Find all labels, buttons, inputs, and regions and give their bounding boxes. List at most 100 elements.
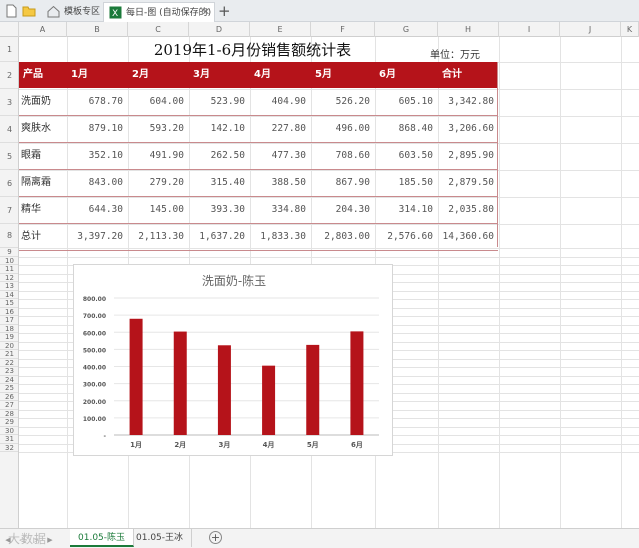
sheet-nav-arrow-icon[interactable]: ▶ [47, 536, 53, 544]
tab-templates[interactable]: 模板专区 [42, 2, 102, 22]
column-header-i[interactable]: I [499, 22, 560, 37]
value-cell[interactable]: 867.90 [311, 170, 375, 196]
value-cell[interactable]: 1,833.30 [250, 224, 311, 250]
bar-chart[interactable]: 洗面奶-陈玉 - 100.00 200.00 300.00 400.00 500.00 600… [73, 264, 393, 456]
row-header-26[interactable]: 26 [0, 393, 18, 401]
header-cell[interactable]: 产品 [19, 62, 67, 88]
row-header-4[interactable]: 4 [0, 116, 18, 143]
row-header-25[interactable]: 25 [0, 384, 18, 393]
value-cell[interactable]: 2,879.50 [438, 170, 499, 196]
header-cell[interactable]: 5月 [311, 62, 375, 88]
value-cell[interactable]: 523.90 [189, 89, 250, 115]
new-tab-button[interactable]: + [218, 2, 231, 20]
row-header-11[interactable]: 11 [0, 265, 18, 274]
header-cell[interactable]: 1月 [67, 62, 128, 88]
value-cell[interactable]: 2,576.60 [375, 224, 438, 250]
value-cell[interactable]: 334.80 [250, 197, 311, 223]
header-cell[interactable]: 4月 [250, 62, 311, 88]
row-header-9[interactable]: 9 [0, 248, 18, 257]
row-header-10[interactable]: 10 [0, 257, 18, 265]
value-cell[interactable]: 2,035.80 [438, 197, 499, 223]
value-cell[interactable]: 142.10 [189, 116, 250, 142]
row-header-12[interactable]: 12 [0, 274, 18, 282]
row-header-21[interactable]: 21 [0, 350, 18, 359]
value-cell[interactable]: 477.30 [250, 143, 311, 169]
row-header-13[interactable]: 13 [0, 282, 18, 291]
close-icon[interactable]: ✕ [202, 3, 210, 23]
row-header-6[interactable]: 6 [0, 170, 18, 197]
row-header-32[interactable]: 32 [0, 444, 18, 452]
value-cell[interactable]: 388.50 [250, 170, 311, 196]
column-header-d[interactable]: D [189, 22, 250, 37]
row-header-24[interactable]: 24 [0, 376, 18, 384]
row-header-23[interactable]: 23 [0, 367, 18, 376]
value-cell[interactable]: 262.50 [189, 143, 250, 169]
value-cell[interactable]: 3,206.60 [438, 116, 499, 142]
value-cell[interactable]: 185.50 [375, 170, 438, 196]
row-header-3[interactable]: 3 [0, 89, 18, 116]
value-cell[interactable]: 352.10 [67, 143, 128, 169]
add-sheet-button[interactable]: + [209, 531, 222, 544]
column-header-f[interactable]: F [311, 22, 375, 37]
product-name-cell[interactable]: 眼霜 [19, 143, 67, 169]
value-cell[interactable]: 279.20 [128, 170, 189, 196]
value-cell[interactable]: 2,895.90 [438, 143, 499, 169]
row-header-29[interactable]: 29 [0, 418, 18, 427]
header-cell[interactable]: 6月 [375, 62, 438, 88]
column-header-h[interactable]: H [438, 22, 499, 37]
value-cell[interactable]: 2,803.00 [311, 224, 375, 250]
value-cell[interactable]: 393.30 [189, 197, 250, 223]
row-header-14[interactable]: 14 [0, 291, 18, 299]
value-cell[interactable]: 14,360.60 [438, 224, 499, 250]
column-header-b[interactable]: B [67, 22, 128, 37]
row-header-30[interactable]: 30 [0, 427, 18, 435]
row-header-28[interactable]: 28 [0, 410, 18, 418]
value-cell[interactable]: 496.00 [311, 116, 375, 142]
row-header-27[interactable]: 27 [0, 401, 18, 410]
column-header-j[interactable]: J [560, 22, 621, 37]
folder-icon[interactable] [22, 4, 36, 18]
value-cell[interactable]: 3,397.20 [67, 224, 128, 250]
value-cell[interactable]: 491.90 [128, 143, 189, 169]
value-cell[interactable]: 708.60 [311, 143, 375, 169]
value-cell[interactable]: 603.50 [375, 143, 438, 169]
value-cell[interactable]: 644.30 [67, 197, 128, 223]
row-header-19[interactable]: 19 [0, 333, 18, 342]
value-cell[interactable]: 678.70 [67, 89, 128, 115]
value-cell[interactable]: 404.90 [250, 89, 311, 115]
row-header-15[interactable]: 15 [0, 299, 18, 308]
value-cell[interactable]: 227.80 [250, 116, 311, 142]
row-header-7[interactable]: 7 [0, 197, 18, 224]
column-header-e[interactable]: E [250, 22, 311, 37]
value-cell[interactable]: 593.20 [128, 116, 189, 142]
row-header-18[interactable]: 18 [0, 325, 18, 333]
product-name-cell[interactable]: 洗面奶 [19, 89, 67, 115]
select-all-corner[interactable] [0, 22, 19, 37]
value-cell[interactable]: 526.20 [311, 89, 375, 115]
row-header-2[interactable]: 2 [0, 62, 18, 89]
row-header-8[interactable]: 8 [0, 224, 18, 248]
value-cell[interactable]: 879.10 [67, 116, 128, 142]
value-cell[interactable]: 868.40 [375, 116, 438, 142]
row-header-31[interactable]: 31 [0, 435, 18, 444]
column-header-a[interactable]: A [19, 22, 67, 37]
column-header-c[interactable]: C [128, 22, 189, 37]
value-cell[interactable]: 204.30 [311, 197, 375, 223]
row-header-5[interactable]: 5 [0, 143, 18, 170]
value-cell[interactable]: 314.10 [375, 197, 438, 223]
row-header-22[interactable]: 22 [0, 359, 18, 367]
product-name-cell[interactable]: 隔离霜 [19, 170, 67, 196]
product-name-cell[interactable]: 总计 [19, 224, 67, 250]
column-header-k[interactable]: K [621, 22, 639, 37]
header-cell[interactable]: 合计 [438, 62, 499, 88]
row-header-16[interactable]: 16 [0, 308, 18, 316]
value-cell[interactable]: 1,637.20 [189, 224, 250, 250]
value-cell[interactable]: 145.00 [128, 197, 189, 223]
product-name-cell[interactable]: 精华 [19, 197, 67, 223]
new-file-icon[interactable] [4, 4, 18, 18]
tab-daily-chart[interactable]: X 每日-图 (自动保存的) ✕ [103, 2, 215, 22]
row-header-1[interactable]: 1 [0, 37, 18, 62]
value-cell[interactable]: 315.40 [189, 170, 250, 196]
value-cell[interactable]: 2,113.30 [128, 224, 189, 250]
row-header-17[interactable]: 17 [0, 316, 18, 325]
